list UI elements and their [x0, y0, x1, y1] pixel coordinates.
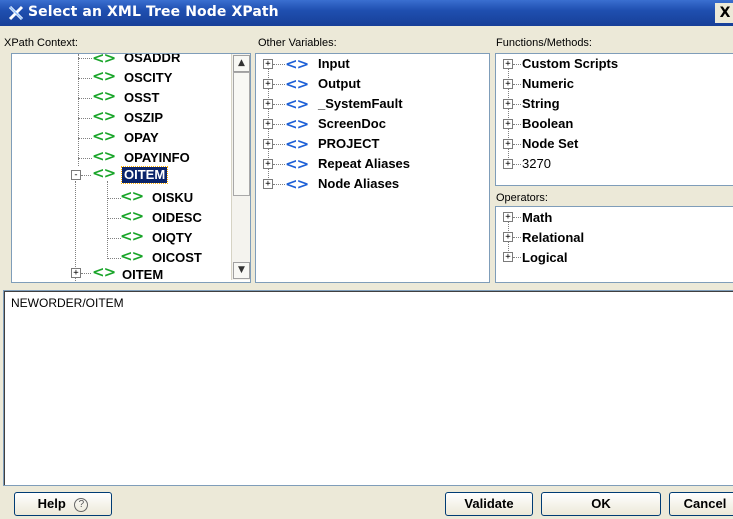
- tree-node-oidesc[interactable]: OIDESC: [152, 209, 202, 227]
- validate-button[interactable]: Validate: [445, 492, 533, 516]
- xpath-context-label: XPath Context:: [4, 37, 78, 49]
- tree-node-oitem[interactable]: OITEM: [122, 266, 163, 282]
- ok-button[interactable]: OK: [541, 492, 661, 516]
- xpath-expression-text: NEWORDER/OITEM: [11, 296, 124, 310]
- tree-node-oscity[interactable]: OSCITY: [124, 69, 172, 87]
- help-button[interactable]: Help ?: [14, 492, 112, 516]
- operator-relational[interactable]: Relational: [522, 229, 584, 247]
- functions-tree[interactable]: + Custom Scripts + Numeric + String + Bo…: [495, 53, 733, 186]
- scroll-up-button[interactable]: ▲: [233, 55, 250, 72]
- xml-node-icon: <>: [92, 107, 116, 125]
- xml-node-icon: <>: [285, 75, 309, 93]
- expand-toggle[interactable]: +: [503, 252, 513, 262]
- tree-node-oszip[interactable]: OSZIP: [124, 109, 163, 127]
- expand-toggle[interactable]: +: [263, 99, 273, 109]
- xml-node-icon: <>: [120, 187, 144, 205]
- expand-toggle[interactable]: +: [503, 119, 513, 129]
- expand-toggle[interactable]: +: [503, 159, 513, 169]
- xml-node-icon: <>: [285, 135, 309, 153]
- tree-node-opay[interactable]: OPAY: [124, 129, 159, 147]
- scroll-down-button[interactable]: ▼: [233, 262, 250, 279]
- function-node-set[interactable]: Node Set: [522, 135, 578, 153]
- xml-node-icon: <>: [285, 95, 309, 113]
- expand-toggle[interactable]: +: [503, 99, 513, 109]
- expand-toggle[interactable]: +: [263, 119, 273, 129]
- variable-screendoc[interactable]: ScreenDoc: [318, 115, 386, 133]
- expand-toggle[interactable]: +: [71, 268, 81, 278]
- tree-node-oiqty[interactable]: OIQTY: [152, 229, 192, 247]
- xpath-tree-scrollbar[interactable]: ▲ ▼: [231, 54, 250, 280]
- operator-math[interactable]: Math: [522, 209, 552, 227]
- expand-toggle[interactable]: +: [263, 139, 273, 149]
- scroll-thumb[interactable]: [233, 72, 250, 196]
- title-bar: Select an XML Tree Node XPath X: [0, 0, 733, 26]
- tree-node-oitem-selected[interactable]: OITEM: [120, 166, 169, 184]
- variable-node-aliases[interactable]: Node Aliases: [318, 175, 399, 193]
- tree-node-oisku[interactable]: OISKU: [152, 189, 193, 207]
- xml-node-icon: <>: [92, 164, 116, 182]
- variable-repeat-aliases[interactable]: Repeat Aliases: [318, 155, 410, 173]
- xml-node-icon: <>: [120, 207, 144, 225]
- xml-node-icon: <>: [92, 53, 116, 67]
- xml-node-icon: <>: [285, 175, 309, 193]
- cancel-button[interactable]: Cancel: [669, 492, 733, 516]
- xml-node-icon: <>: [285, 155, 309, 173]
- other-variables-label: Other Variables:: [258, 37, 337, 49]
- collapse-toggle[interactable]: -: [71, 170, 81, 180]
- variable-project[interactable]: PROJECT: [318, 135, 379, 153]
- tree-node-osst[interactable]: OSST: [124, 89, 159, 107]
- app-icon: [8, 5, 24, 21]
- help-button-label: Help: [37, 496, 66, 511]
- xml-node-icon: <>: [92, 127, 116, 145]
- tree-node-osaddr[interactable]: OSADDR: [124, 54, 180, 67]
- help-icon: ?: [74, 498, 89, 512]
- operators-label: Operators:: [496, 192, 548, 204]
- functions-methods-label: Functions/Methods:: [496, 37, 592, 49]
- variable-systemfault[interactable]: _SystemFault: [318, 95, 403, 113]
- xml-node-icon: <>: [120, 247, 144, 265]
- expand-toggle[interactable]: +: [263, 159, 273, 169]
- expand-toggle[interactable]: +: [263, 79, 273, 89]
- expand-toggle[interactable]: +: [263, 179, 273, 189]
- function-custom-scripts[interactable]: Custom Scripts: [522, 55, 618, 73]
- function-3270[interactable]: 3270: [522, 155, 551, 173]
- xml-node-icon: <>: [120, 227, 144, 245]
- expand-toggle[interactable]: +: [503, 59, 513, 69]
- window-title: Select an XML Tree Node XPath: [28, 4, 279, 20]
- close-button[interactable]: X: [715, 3, 733, 23]
- function-string[interactable]: String: [522, 95, 560, 113]
- xml-node-icon: <>: [285, 55, 309, 73]
- function-boolean[interactable]: Boolean: [522, 115, 573, 133]
- xml-node-icon: <>: [92, 67, 116, 85]
- variable-input[interactable]: Input: [318, 55, 350, 73]
- xml-node-icon: <>: [92, 263, 116, 281]
- xml-node-icon: <>: [92, 147, 116, 165]
- expand-toggle[interactable]: +: [503, 212, 513, 222]
- other-variables-tree[interactable]: + <> Input + <> Output + <> _SystemFault…: [255, 53, 490, 283]
- operator-logical[interactable]: Logical: [522, 249, 568, 267]
- xpath-expression-field[interactable]: NEWORDER/OITEM: [3, 290, 733, 486]
- xml-node-icon: <>: [92, 87, 116, 105]
- xpath-context-tree[interactable]: <> OSADDR <> OSCITY <> OSST <> OSZIP <> …: [11, 53, 251, 283]
- tree-node-oicost[interactable]: OICOST: [152, 249, 202, 267]
- expand-toggle[interactable]: +: [503, 79, 513, 89]
- expand-toggle[interactable]: +: [503, 232, 513, 242]
- variable-output[interactable]: Output: [318, 75, 361, 93]
- function-numeric[interactable]: Numeric: [522, 75, 574, 93]
- operators-tree[interactable]: + Math + Relational + Logical: [495, 206, 733, 283]
- xml-node-icon: <>: [285, 115, 309, 133]
- expand-toggle[interactable]: +: [263, 59, 273, 69]
- expand-toggle[interactable]: +: [503, 139, 513, 149]
- tree-node-opayinfo[interactable]: OPAYINFO: [124, 149, 190, 167]
